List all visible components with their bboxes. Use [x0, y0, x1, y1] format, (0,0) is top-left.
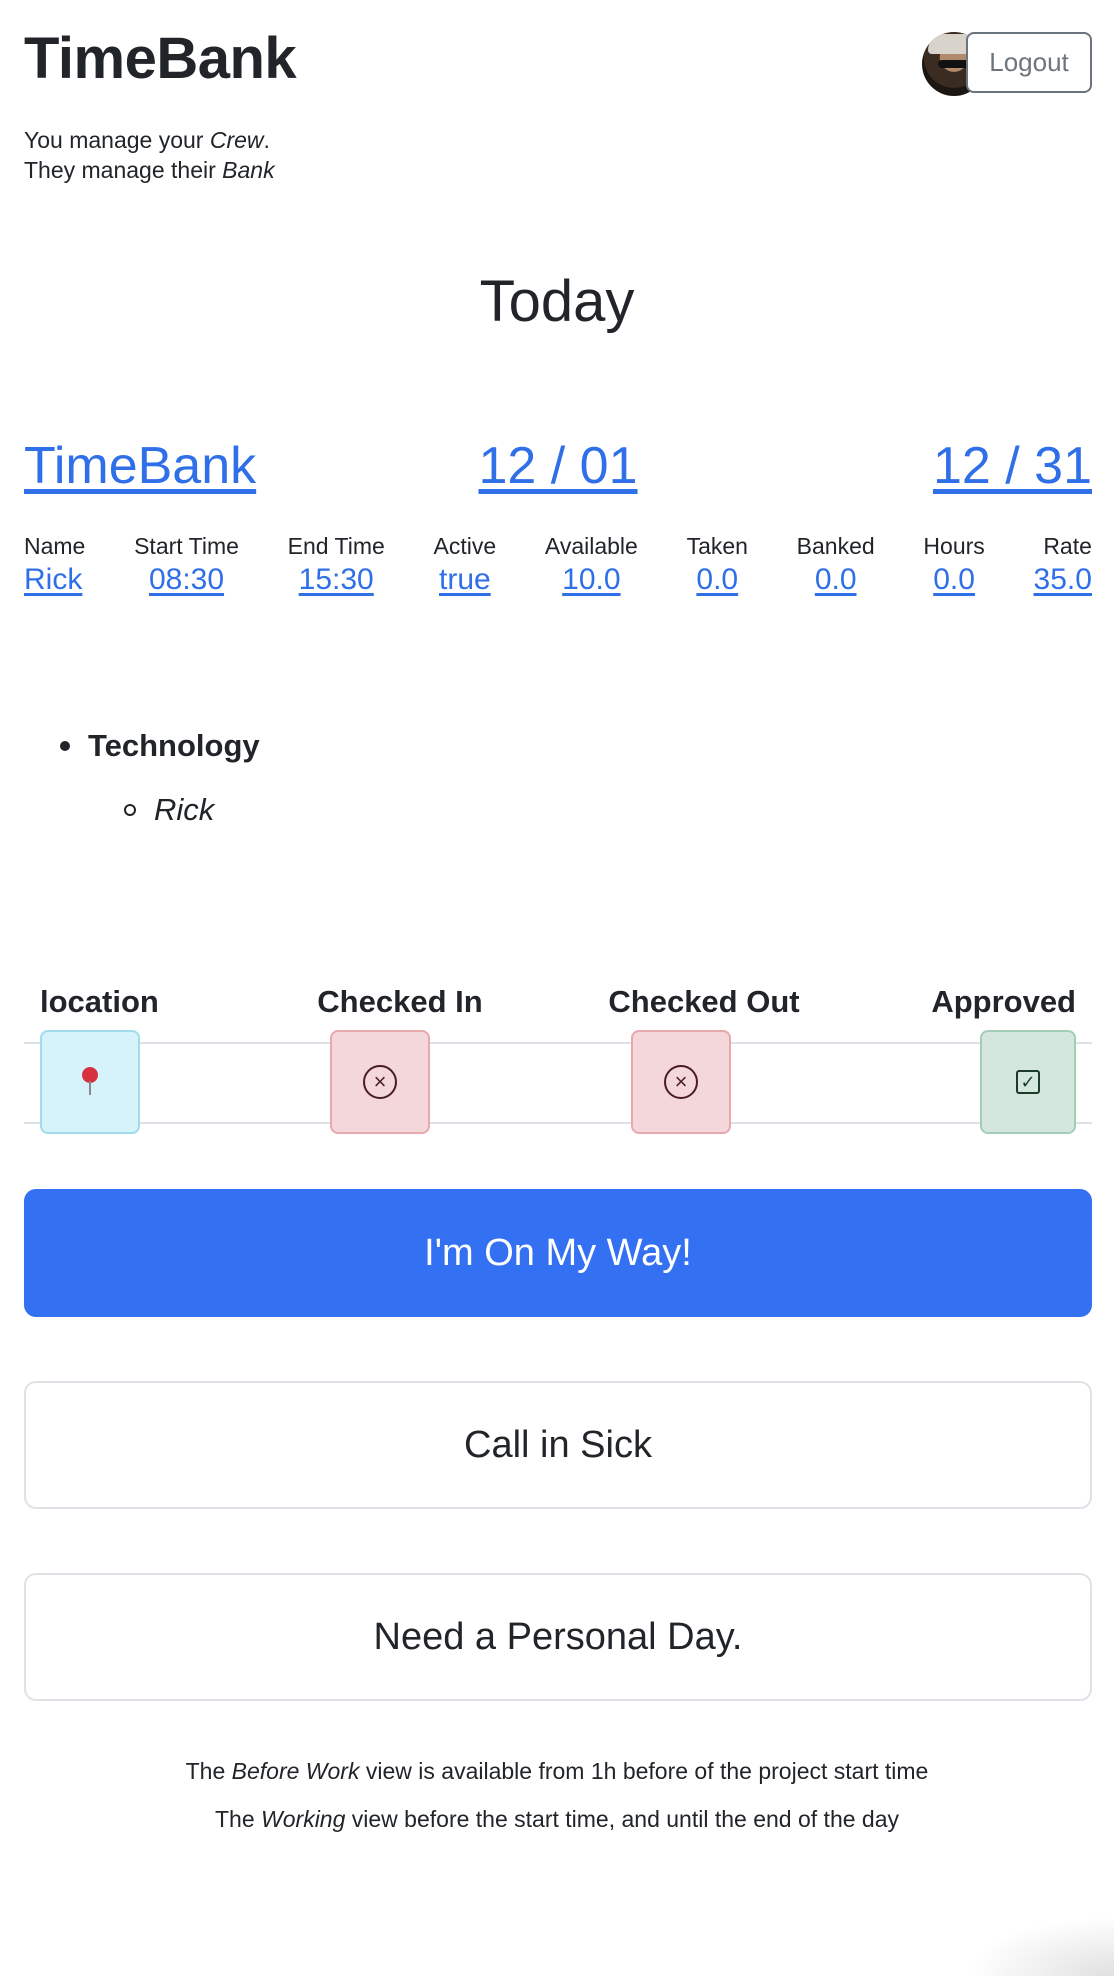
column-approved: Approved [931, 984, 1076, 1019]
stat-label: Rate [1043, 533, 1092, 559]
column-location: location [40, 984, 159, 1019]
stat-taken: Taken 0.0 [687, 530, 748, 598]
stat-banked: Banked 0.0 [797, 530, 875, 598]
stat-value-link[interactable]: 0.0 [696, 562, 738, 598]
stat-value-link[interactable]: 0.0 [933, 562, 975, 598]
checked-out-button[interactable]: × [631, 1030, 731, 1134]
team-list: Technology Rick [60, 722, 260, 834]
stat-start-time: Start Time 08:30 [134, 530, 239, 598]
note-emphasis: Before Work [231, 1758, 360, 1784]
stat-label: Start Time [134, 533, 239, 559]
worker-stats: Name Rick Start Time 08:30 End Time 15:3… [24, 530, 1092, 598]
team-name: Technology [88, 728, 260, 763]
stat-label: Hours [923, 533, 985, 559]
x-circle-icon: × [664, 1065, 698, 1099]
tagline-text: You manage your [24, 127, 210, 153]
status-table-header: location Checked In Checked Out Approved [24, 980, 1092, 1040]
location-button[interactable] [40, 1030, 140, 1134]
bullet-icon [60, 741, 70, 751]
stat-hours: Hours 0.0 [923, 530, 984, 598]
note-before-work: The Before Work view is available from 1… [0, 1747, 1114, 1795]
personal-day-button[interactable]: Need a Personal Day. [24, 1573, 1092, 1701]
checked-in-button[interactable]: × [330, 1030, 430, 1134]
stat-name: Name Rick [24, 530, 85, 598]
note-text: The [215, 1806, 262, 1832]
tagline-emphasis: Bank [222, 157, 275, 183]
stat-value-link[interactable]: 35.0 [1034, 562, 1092, 598]
note-text: view before the start time, and until th… [345, 1806, 899, 1832]
stat-label: Available [544, 533, 638, 559]
check-square-icon: ✓ [1016, 1070, 1040, 1094]
pin-needle [89, 1081, 91, 1095]
approved-button[interactable]: ✓ [980, 1030, 1076, 1134]
on-my-way-button[interactable]: I'm On My Way! [24, 1189, 1092, 1317]
stat-label: Taken [686, 533, 748, 559]
stat-value-link[interactable]: 08:30 [149, 562, 224, 598]
stat-available: Available 10.0 [545, 530, 638, 598]
stat-rate: Rate 35.0 [1034, 530, 1092, 598]
tagline: You manage your Crew. They manage their … [24, 125, 275, 185]
circle-bullet-icon [124, 804, 136, 816]
timebank-link[interactable]: TimeBank [24, 436, 256, 496]
stat-value-link[interactable]: 15:30 [299, 562, 374, 598]
stat-value-link[interactable]: Rick [24, 562, 82, 598]
tagline-text: . [263, 127, 270, 153]
member-name: Rick [154, 792, 215, 827]
x-circle-icon: × [363, 1065, 397, 1099]
tagline-emphasis: Crew [209, 127, 264, 153]
team-member: Rick [124, 786, 260, 834]
team-item: Technology [60, 722, 260, 770]
note-working: The Working view before the start time, … [0, 1795, 1114, 1843]
stat-label: Banked [796, 533, 875, 559]
corner-shadow [964, 1916, 1114, 1976]
page-title: Today [479, 269, 635, 334]
note-text: view is available from 1h before of the … [359, 1758, 929, 1784]
column-checked-in: Checked In [317, 984, 483, 1019]
stat-active: Active true [434, 530, 497, 598]
period-end-link[interactable]: 12 / 31 [933, 436, 1092, 496]
tagline-line-2: They manage their Bank [24, 155, 275, 185]
note-emphasis: Working [261, 1806, 346, 1832]
stat-value-link[interactable]: 10.0 [562, 562, 620, 598]
stat-label: Name [24, 533, 86, 559]
stat-value-link[interactable]: 0.0 [815, 562, 857, 598]
logout-button[interactable]: Logout [966, 32, 1092, 93]
footer-notes: The Before Work view is available from 1… [0, 1747, 1114, 1843]
note-text: The [185, 1758, 232, 1784]
call-in-sick-button[interactable]: Call in Sick [24, 1381, 1092, 1509]
status-row [24, 1042, 1092, 1124]
stat-end-time: End Time 15:30 [288, 530, 385, 598]
stat-label: End Time [287, 533, 385, 559]
period-nav: TimeBank 12 / 01 12 / 31 [24, 436, 1092, 496]
stat-value-link[interactable]: true [439, 562, 491, 598]
tagline-text: They manage their [24, 157, 223, 183]
column-checked-out: Checked Out [608, 984, 800, 1019]
period-start-link[interactable]: 12 / 01 [478, 436, 638, 496]
tagline-line-1: You manage your Crew. [24, 125, 275, 155]
app-header: TimeBank You manage your Crew. They mana… [24, 30, 1092, 190]
stat-label: Active [433, 533, 497, 559]
map-pin-icon [80, 1067, 100, 1097]
